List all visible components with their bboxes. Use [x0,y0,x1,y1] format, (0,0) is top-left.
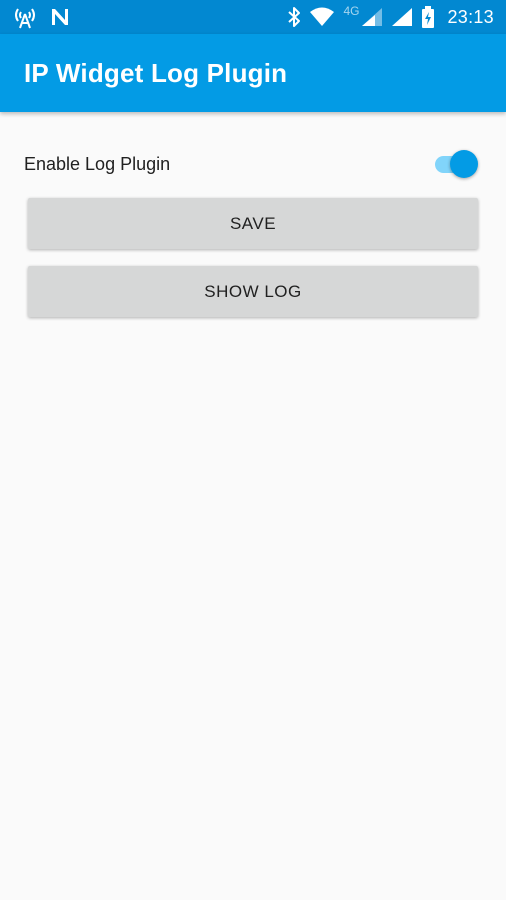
status-left-icons [12,5,70,29]
toggle-thumb [450,150,478,178]
save-button[interactable]: SAVE [28,198,478,249]
signal-icon [361,7,383,27]
app-bar: IP Widget Log Plugin [0,34,506,112]
enable-log-toggle[interactable] [432,148,482,180]
network-type-label: 4G [343,4,360,18]
status-right-icons: 4G 23:13 [287,4,494,30]
wifi-icon [309,7,335,27]
show-log-button[interactable]: SHOW LOG [28,266,478,317]
status-time: 23:13 [447,6,494,27]
signal-icon [391,7,413,27]
bluetooth-icon [287,6,301,28]
status-bar: 4G 23:13 [0,0,506,34]
battery-icon [421,6,435,28]
enable-log-row: Enable Log Plugin [0,140,506,188]
app-title: IP Widget Log Plugin [24,58,288,88]
wireless-antenna-icon [12,5,38,29]
n-notification-icon [50,7,70,27]
enable-log-label: Enable Log Plugin [24,154,171,174]
